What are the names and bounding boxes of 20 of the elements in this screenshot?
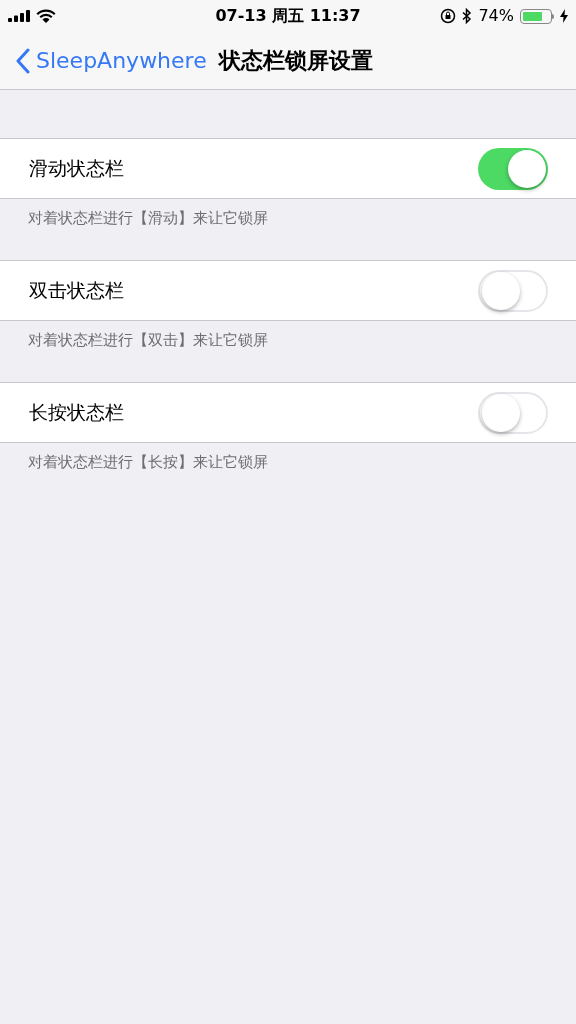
page-title: 状态栏锁屏设置	[218, 47, 373, 75]
back-button[interactable]: SleepAnywhere	[16, 44, 207, 77]
rotation-lock-icon	[440, 8, 457, 24]
setting-footer: 对着状态栏进行【双击】来让它锁屏	[0, 321, 576, 382]
wifi-icon	[36, 9, 56, 23]
signal-icon	[8, 10, 30, 22]
setting-footer: 对着状态栏进行【长按】来让它锁屏	[0, 443, 576, 504]
toggle-switch[interactable]	[478, 391, 548, 434]
toggle-switch[interactable]	[478, 269, 548, 312]
setting-label: 长按状态栏	[29, 400, 124, 426]
bluetooth-icon	[462, 8, 473, 24]
battery-icon	[520, 8, 554, 24]
setting-label: 双击状态栏	[29, 278, 124, 304]
setting-label: 滑动状态栏	[29, 156, 124, 182]
status-time: 07-13 周五 11:37	[215, 5, 361, 27]
battery-percent: 74%	[478, 5, 514, 27]
toggle-switch[interactable]	[478, 147, 548, 190]
charging-icon	[560, 9, 568, 23]
chevron-left-icon	[16, 47, 30, 74]
setting-footer: 对着状态栏进行【滑动】来让它锁屏	[0, 199, 576, 260]
